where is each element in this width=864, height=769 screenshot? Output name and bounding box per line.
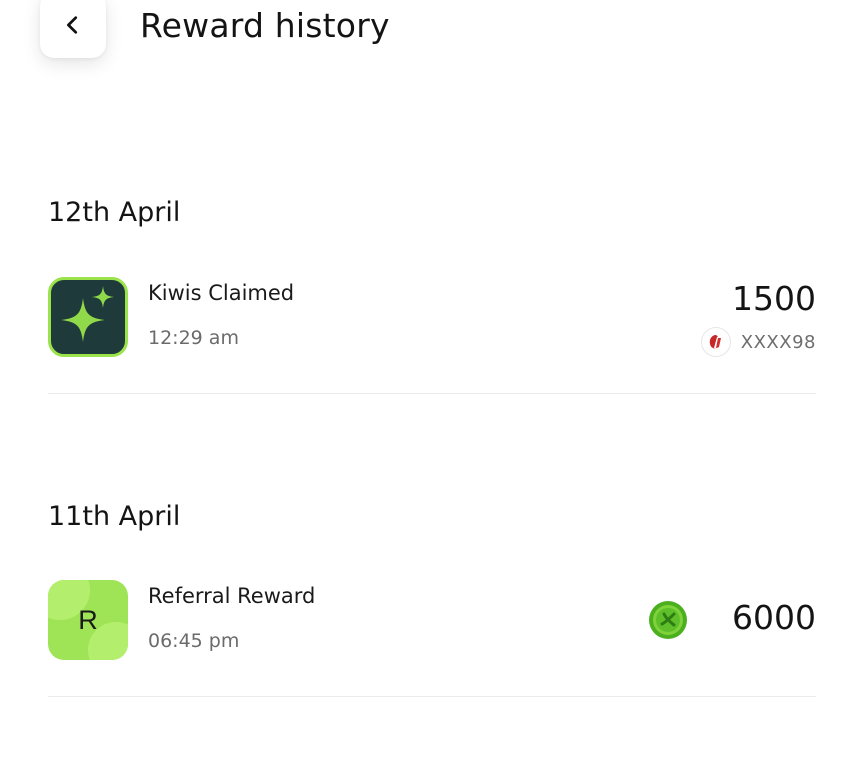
reward-time: 12:29 am: [148, 327, 239, 349]
back-button[interactable]: [40, 0, 106, 58]
kiwi-reward-tile: [48, 277, 128, 357]
masked-card-number: XXXX98: [740, 331, 816, 353]
reward-title: Referral Reward: [148, 584, 316, 608]
reward-row-referral[interactable]: R Referral Reward 06:45 pm 6000: [48, 580, 816, 662]
divider: [48, 696, 816, 697]
card-reference: XXXX98: [700, 327, 816, 357]
reward-row-kiwis-claimed[interactable]: Kiwis Claimed 12:29 am 1500 XXXX98: [48, 277, 816, 359]
referral-avatar: R: [48, 580, 128, 660]
chevron-left-icon: [67, 16, 78, 34]
reward-time: 06:45 pm: [148, 630, 240, 652]
coin-icon: [649, 601, 687, 639]
page-title: Reward history: [140, 6, 390, 45]
divider: [48, 393, 816, 394]
avatar-letter: R: [78, 604, 98, 635]
reward-amount: 1500: [732, 279, 816, 318]
bank-logo-icon: [700, 327, 731, 357]
date-header: 12th April: [48, 197, 181, 228]
date-header: 11th April: [48, 501, 181, 532]
sparkle-icon: [61, 286, 114, 342]
reward-amount: 6000: [732, 598, 816, 637]
reward-title: Kiwis Claimed: [148, 281, 295, 305]
reward-history-page: Reward history 12th April Kiwis Claimed …: [0, 0, 864, 769]
